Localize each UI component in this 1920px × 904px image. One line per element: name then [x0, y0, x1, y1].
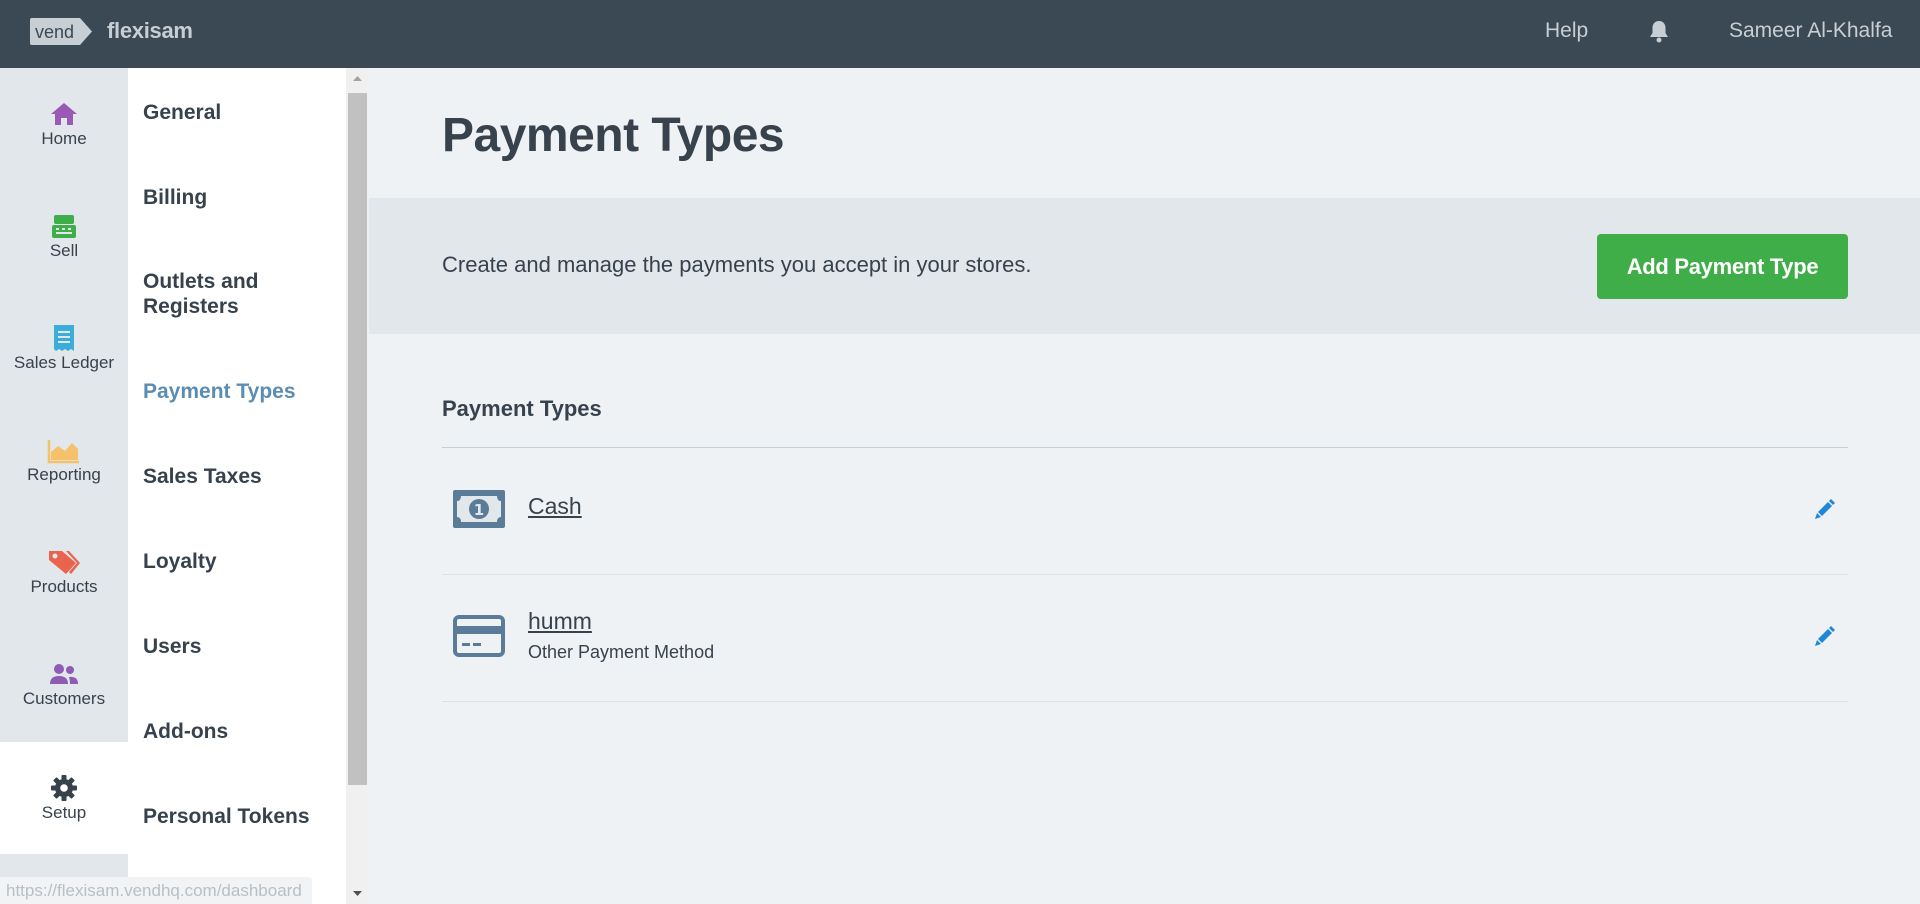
people-icon	[50, 660, 78, 688]
status-bar-url: https://flexisam.vendhq.com/dashboard	[0, 877, 312, 904]
nav-item-customers[interactable]: Customers	[0, 628, 128, 740]
scroll-up-arrow-icon[interactable]	[346, 68, 369, 90]
nav-item-setup[interactable]: Setup	[0, 742, 128, 854]
logo-text: vend	[35, 22, 74, 42]
pencil-icon[interactable]	[1814, 625, 1836, 647]
user-menu[interactable]: Sameer Al-Khalfa	[1729, 19, 1892, 43]
nav-item-sales-ledger[interactable]: Sales Ledger	[0, 292, 128, 404]
help-link[interactable]: Help	[1545, 19, 1588, 43]
subnav-item-add-ons[interactable]: Add-ons	[143, 719, 343, 744]
payment-type-row: 1 Cash	[442, 448, 1848, 575]
chart-icon	[47, 436, 79, 464]
payment-type-row: humm Other Payment Method	[442, 575, 1848, 702]
nav-label: Reporting	[27, 465, 101, 484]
vend-logo[interactable]: vend	[30, 18, 92, 45]
credit-card-icon	[452, 615, 506, 657]
intro-banner: Create and manage the payments you accep…	[369, 198, 1920, 334]
top-bar: vend flexisam Help Sameer Al-Khalfa	[0, 0, 1920, 68]
nav-item-sell[interactable]: Sell	[0, 180, 128, 292]
payment-type-name-cash[interactable]: Cash	[528, 493, 582, 520]
page-title: Payment Types	[442, 109, 785, 162]
nav-label: Sales Ledger	[13, 353, 115, 372]
nav-item-reporting[interactable]: Reporting	[0, 404, 128, 516]
subnav-item-sales-taxes[interactable]: Sales Taxes	[143, 464, 343, 489]
subnav-item-billing[interactable]: Billing	[143, 185, 343, 210]
add-payment-type-button[interactable]: Add Payment Type	[1597, 234, 1848, 299]
store-name: flexisam	[107, 18, 193, 43]
register-icon	[50, 212, 78, 240]
settings-subnav: General Billing Outlets and Registers Pa…	[128, 68, 346, 904]
nav-label: Products	[30, 577, 98, 596]
receipt-icon	[50, 324, 78, 352]
nav-item-home[interactable]: Home	[0, 68, 128, 180]
payment-type-name-humm[interactable]: humm	[528, 608, 592, 635]
subnav-item-payment-types[interactable]: Payment Types	[143, 379, 343, 404]
main-nav: Home Sell Sales Ledger Reporting Product…	[0, 68, 128, 904]
scrollbar-thumb[interactable]	[348, 93, 367, 785]
tags-icon	[49, 548, 80, 576]
section-title: Payment Types	[442, 396, 602, 421]
nav-label: Customers	[22, 689, 106, 708]
home-icon	[50, 100, 78, 128]
subnav-item-users[interactable]: Users	[143, 634, 343, 659]
nav-label: Home	[41, 129, 87, 148]
subnav-item-outlets-and-registers[interactable]: Outlets and Registers	[143, 269, 283, 319]
bell-icon[interactable]	[1648, 20, 1670, 44]
subnav-item-personal-tokens[interactable]: Personal Tokens	[143, 804, 343, 829]
cash-icon: 1	[452, 488, 506, 530]
subnav-scrollbar[interactable]	[346, 68, 369, 904]
svg-text:1: 1	[474, 501, 484, 519]
pencil-icon[interactable]	[1814, 498, 1836, 520]
payment-type-subtitle: Other Payment Method	[528, 642, 715, 662]
subnav-item-loyalty[interactable]: Loyalty	[143, 549, 343, 574]
nav-label: Sell	[49, 241, 79, 260]
scroll-down-arrow-icon[interactable]	[346, 882, 369, 904]
subnav-item-general[interactable]: General	[143, 100, 343, 125]
banner-text: Create and manage the payments you accep…	[442, 252, 1032, 277]
nav-item-products[interactable]: Products	[0, 516, 128, 628]
nav-label: Setup	[41, 803, 87, 822]
gear-icon	[50, 774, 78, 802]
main-content: Payment Types Create and manage the paym…	[369, 68, 1920, 904]
